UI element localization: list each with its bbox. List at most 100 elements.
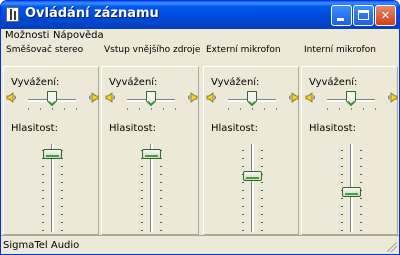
volume-tick xyxy=(242,206,244,207)
volume-tick xyxy=(61,214,63,215)
volume-tick xyxy=(141,166,143,167)
status-bar: SigmaTel Audio xyxy=(1,235,399,254)
volume-tick xyxy=(42,206,44,207)
volume-tick xyxy=(141,198,143,199)
volume-tick xyxy=(360,222,362,223)
volume-tick xyxy=(360,198,362,199)
channel-title: Vstup vnějšího zdroje xyxy=(104,45,201,55)
volume-tick xyxy=(261,214,263,215)
balance-tick xyxy=(351,108,352,110)
balance-tick xyxy=(28,108,29,110)
volume-tick xyxy=(61,182,63,183)
volume-tick xyxy=(341,230,343,231)
volume-tick xyxy=(242,214,244,215)
volume-tick xyxy=(261,166,263,167)
balance-label: Vyvážení: xyxy=(11,77,60,88)
volume-label: Hlasitost: xyxy=(309,123,356,134)
volume-tick xyxy=(160,214,162,215)
balance-tick xyxy=(64,108,65,110)
volume-tick xyxy=(341,206,343,207)
balance-tick xyxy=(52,108,53,110)
balance-slider-thumb[interactable] xyxy=(247,91,257,107)
menu-options[interactable]: Možnosti xyxy=(5,30,49,41)
channel-title: Externí mikrofon xyxy=(206,45,281,55)
volume-slider-thumb[interactable] xyxy=(142,149,161,159)
balance-tick xyxy=(327,108,328,110)
volume-tick xyxy=(360,158,362,159)
volume-tick xyxy=(61,198,63,199)
volume-tick xyxy=(341,174,343,175)
speaker-left-icon xyxy=(206,92,217,103)
volume-tick xyxy=(42,182,44,183)
balance-tick xyxy=(276,108,277,110)
title-bar[interactable]: Ovládání záznamu ✕ xyxy=(1,1,399,29)
menu-help[interactable]: Nápověda xyxy=(53,30,104,41)
volume-tick xyxy=(261,182,263,183)
volume-tick xyxy=(261,198,263,199)
volume-tick xyxy=(42,190,44,191)
balance-label: Vyvážení: xyxy=(109,77,158,88)
volume-tick xyxy=(61,230,63,231)
volume-tick xyxy=(42,166,44,167)
channel-panel: Vyvážení: Hlasitost: Vybrat xyxy=(203,66,299,249)
volume-slider-thumb[interactable] xyxy=(243,171,262,181)
channel-panel: Vyvážení: Hlasitost: Vybrat xyxy=(3,66,99,249)
volume-tick xyxy=(360,214,362,215)
balance-tick xyxy=(240,108,241,110)
balance-slider-thumb[interactable] xyxy=(346,91,356,107)
volume-tick xyxy=(341,166,343,167)
volume-tick xyxy=(242,150,244,151)
volume-tick xyxy=(341,158,343,159)
balance-tick xyxy=(139,108,140,110)
minimize-icon xyxy=(337,18,344,21)
balance-tick xyxy=(375,108,376,110)
maximize-button[interactable] xyxy=(353,5,374,26)
volume-tick xyxy=(141,182,143,183)
volume-tick xyxy=(242,182,244,183)
volume-label: Hlasitost: xyxy=(11,123,58,134)
volume-tick xyxy=(360,166,362,167)
speaker-right-icon xyxy=(288,92,299,103)
speaker-right-icon xyxy=(387,92,398,103)
balance-slider-thumb[interactable] xyxy=(47,91,57,107)
volume-tick xyxy=(242,222,244,223)
balance-tick xyxy=(252,108,253,110)
balance-slider-thumb[interactable] xyxy=(146,91,156,107)
volume-tick xyxy=(42,214,44,215)
balance-tick xyxy=(228,108,229,110)
volume-slider-track[interactable] xyxy=(251,144,254,232)
speaker-left-icon xyxy=(6,92,17,103)
volume-tick xyxy=(261,158,263,159)
volume-slider-thumb[interactable] xyxy=(342,187,361,197)
channel-column: Vstup vnějšího zdroje Vyvážení: Hlasitos… xyxy=(101,44,201,249)
recording-control-window: Ovládání záznamu ✕ Možnosti Nápověda Smě… xyxy=(0,0,400,255)
volume-tick xyxy=(61,206,63,207)
volume-tick xyxy=(61,166,63,167)
volume-tick xyxy=(360,174,362,175)
balance-tick xyxy=(264,108,265,110)
close-button[interactable]: ✕ xyxy=(375,5,396,26)
volume-tick xyxy=(42,230,44,231)
channel-panel: Vyvážení: Hlasitost: Vybrat xyxy=(301,66,398,249)
volume-tick xyxy=(160,198,162,199)
volume-tick xyxy=(42,198,44,199)
volume-tick xyxy=(160,230,162,231)
volume-tick xyxy=(160,190,162,191)
volume-tick xyxy=(160,222,162,223)
balance-tick xyxy=(363,108,364,110)
volume-tick xyxy=(160,166,162,167)
volume-tick xyxy=(160,206,162,207)
volume-tick xyxy=(360,206,362,207)
channel-panel: Vyvážení: Hlasitost: Vybrat xyxy=(101,66,199,249)
balance-label: Vyvážení: xyxy=(309,77,358,88)
balance-tick xyxy=(40,108,41,110)
volume-slider-thumb[interactable] xyxy=(43,149,62,159)
volume-tick xyxy=(261,230,263,231)
volume-tick xyxy=(141,190,143,191)
resize-grip[interactable] xyxy=(387,242,397,252)
minimize-button[interactable] xyxy=(331,5,352,26)
volume-tick xyxy=(242,198,244,199)
channel-title: Směšovač stereo xyxy=(6,45,84,55)
volume-label: Hlasitost: xyxy=(109,123,156,134)
volume-tick xyxy=(341,198,343,199)
